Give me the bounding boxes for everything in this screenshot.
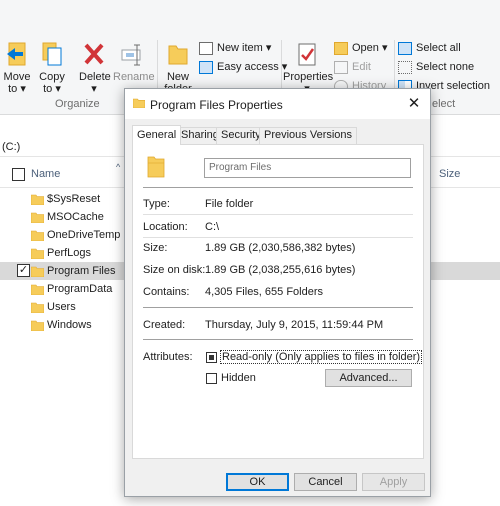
column-header-name[interactable]: Name	[31, 168, 60, 180]
select-none-button[interactable]: Select none	[398, 59, 474, 75]
select-all-icon	[398, 41, 412, 55]
file-name: PerfLogs	[47, 247, 92, 259]
open-button[interactable]: Open ▾	[334, 40, 388, 56]
general-tab-panel: Program Files Type: File folder Location…	[132, 144, 424, 459]
folder-icon	[30, 319, 45, 332]
row-checkbox[interactable]: ✓	[17, 264, 30, 277]
tab-general[interactable]: General	[132, 125, 182, 145]
separator	[143, 237, 413, 238]
new-item-icon	[199, 41, 213, 55]
column-header-size[interactable]: Size	[439, 168, 460, 180]
size-label: Size:	[143, 242, 168, 254]
type-label: Type:	[143, 198, 170, 210]
rename-button[interactable]: Rename	[113, 42, 155, 83]
select-none-icon	[398, 60, 412, 74]
file-name: ProgramData	[47, 283, 113, 295]
readonly-checkbox[interactable]	[206, 352, 217, 363]
folder-icon	[30, 229, 45, 242]
file-name: Program Files	[47, 265, 116, 277]
move-to-button[interactable]: Move to ▾	[2, 42, 32, 95]
delete-button[interactable]: Delete ▾	[79, 42, 111, 95]
tab-previous-versions[interactable]: Previous Versions	[259, 127, 358, 144]
size-value: 1.89 GB (2,030,586,382 bytes)	[205, 242, 356, 254]
apply-button[interactable]: Apply	[362, 473, 425, 491]
size-on-disk-label: Size on disk:	[143, 264, 206, 276]
size-on-disk-value: 1.89 GB (2,038,255,616 bytes)	[205, 264, 356, 276]
easy-access-button[interactable]: Easy access ▾	[199, 59, 287, 75]
contains-label: Contains:	[143, 286, 190, 298]
rename-icon	[121, 44, 141, 66]
new-folder-icon	[168, 45, 188, 65]
file-name: OneDriveTemp	[47, 229, 121, 241]
copy-to-icon	[42, 42, 62, 66]
file-name: Windows	[47, 319, 92, 331]
folder-icon	[30, 283, 45, 296]
new-item-button[interactable]: New item ▾	[199, 40, 271, 56]
cancel-button[interactable]: Cancel	[294, 473, 357, 491]
separator	[143, 307, 413, 308]
properties-icon	[298, 43, 316, 66]
location-value: C:\	[205, 221, 220, 233]
separator	[143, 187, 413, 188]
select-all-button[interactable]: Select all	[398, 40, 461, 56]
hidden-checkbox[interactable]	[206, 373, 217, 384]
file-name: MSOCache	[47, 211, 104, 223]
created-label: Created:	[143, 319, 186, 331]
folder-icon	[30, 193, 45, 206]
open-icon	[334, 41, 348, 55]
copy-to-button[interactable]: Copy to ▾	[37, 42, 67, 95]
folder-icon	[30, 247, 45, 260]
group-label-select: elect	[432, 98, 456, 110]
readonly-label[interactable]: Read-only (Only applies to files in fold…	[220, 350, 423, 364]
created-value: Thursday, July 9, 2015, 11:59:44 PM	[205, 319, 384, 331]
edit-icon	[334, 60, 348, 74]
location-label: Location:	[143, 221, 188, 233]
type-value: File folder	[205, 198, 254, 210]
folder-icon	[30, 211, 45, 224]
advanced-button[interactable]: Advanced...	[325, 369, 412, 387]
close-icon[interactable]: ✕	[404, 94, 424, 114]
contains-value: 4,305 Files, 655 Folders	[205, 286, 324, 298]
folder-icon	[30, 301, 45, 314]
file-name: Users	[47, 301, 76, 313]
separator	[143, 339, 413, 340]
hidden-label[interactable]: Hidden	[221, 372, 256, 384]
sort-up-icon: ^	[116, 162, 121, 172]
properties-dialog: Program Files Properties ✕ General Shari…	[124, 88, 431, 497]
ok-button[interactable]: OK	[226, 473, 289, 491]
address-text: (C:)	[2, 141, 21, 153]
file-name: $SysReset	[47, 193, 101, 205]
folder-icon	[132, 98, 146, 109]
dialog-title: Program Files Properties	[150, 98, 283, 112]
attributes-label: Attributes:	[143, 351, 193, 363]
select-all-checkbox[interactable]	[12, 168, 25, 181]
folder-name-field[interactable]: Program Files	[204, 158, 411, 178]
delete-icon	[84, 43, 104, 65]
dialog-titlebar[interactable]: Program Files Properties ✕	[125, 89, 430, 119]
large-folder-icon	[147, 156, 165, 178]
easy-access-icon	[199, 60, 213, 74]
separator	[143, 214, 413, 215]
folder-icon	[30, 265, 45, 278]
group-label-organize: Organize	[55, 98, 100, 110]
edit-button[interactable]: Edit	[334, 59, 371, 75]
move-to-icon	[7, 42, 26, 66]
